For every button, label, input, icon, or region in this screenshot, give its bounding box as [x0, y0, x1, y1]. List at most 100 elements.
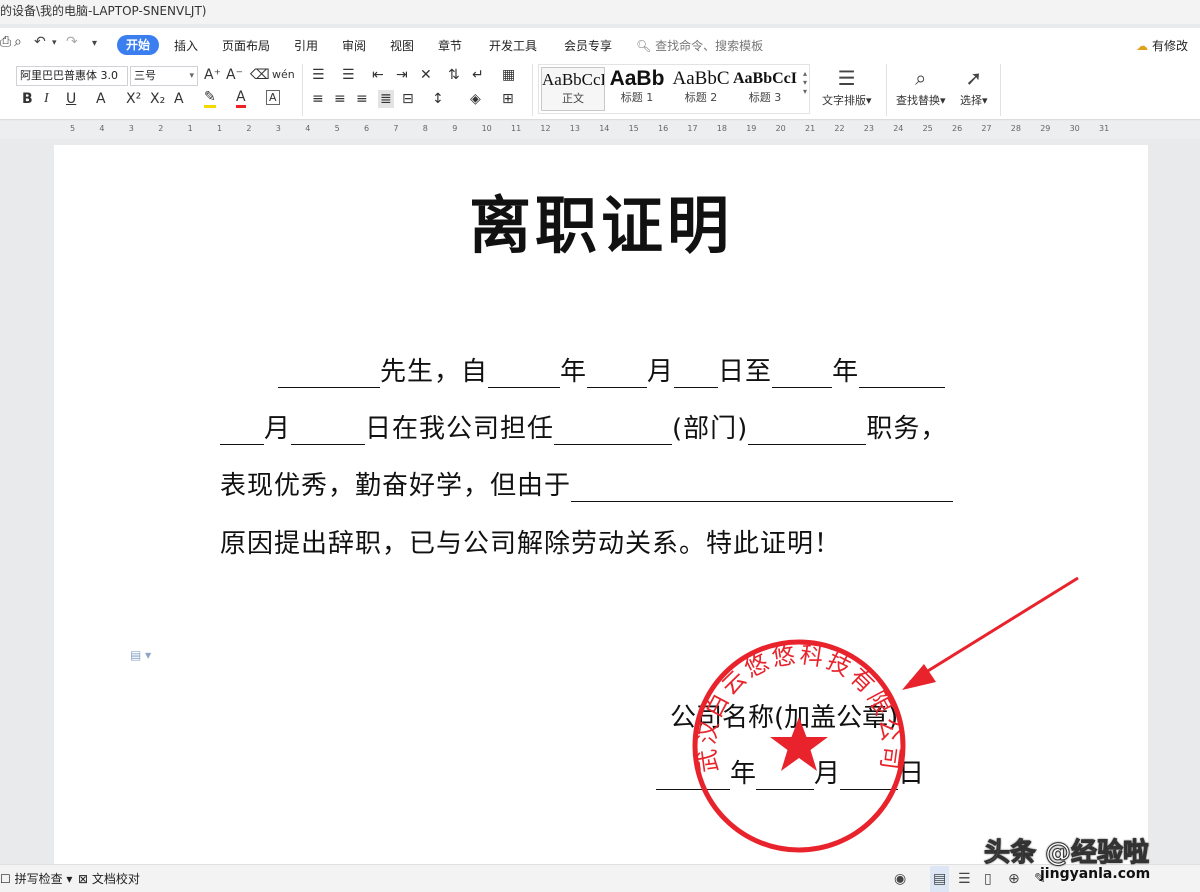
highlight-icon[interactable]: ✎ [204, 90, 216, 108]
blank-year[interactable] [488, 358, 561, 388]
spell-check-label: 拼写检查 [14, 872, 63, 886]
clear-format-icon[interactable]: ⌫ [250, 66, 270, 84]
shading-icon[interactable]: ◈ [470, 90, 481, 108]
body-line-3: 表现优秀，勤奋好学，但由于 [220, 465, 954, 502]
sort-icon[interactable]: ⇅ [448, 66, 460, 84]
web-view-icon[interactable]: ⊕ [1008, 866, 1020, 892]
tab-page-layout[interactable]: 页面布局 [222, 36, 270, 56]
shrink-font-icon[interactable]: A⁻ [226, 66, 243, 84]
blank-name[interactable] [278, 358, 380, 388]
tab-review[interactable]: 审阅 [342, 36, 366, 56]
decrease-indent-icon[interactable]: ⇤ [372, 66, 384, 84]
command-search[interactable]: 🔍︎ 查找命令、搜索模板 [636, 36, 763, 56]
horizontal-ruler[interactable]: 5 4 3 2 1 1 2 3 4 5 6 7 8 9 10 11 12 13 14 15 16 17 18 19 20 21 22… [0, 121, 1200, 139]
tab-developer[interactable]: 开发工具 [489, 36, 537, 56]
table-icon[interactable]: ▦ [502, 66, 515, 84]
bullet-list-icon[interactable]: ☰ [312, 66, 325, 84]
redo-icon[interactable]: ↷ [66, 34, 78, 50]
blank-month[interactable] [587, 358, 648, 388]
align-left-icon[interactable]: ≡ [312, 90, 324, 108]
paragraph-layout-icon[interactable]: ▤ ▾ [130, 648, 151, 662]
ribbon-separator [886, 64, 887, 116]
tab-insert[interactable]: 插入 [174, 36, 198, 56]
italic-icon[interactable]: I [44, 90, 49, 108]
numbered-list-icon[interactable]: ☰ [342, 66, 355, 84]
blank-year-end[interactable] [772, 358, 833, 388]
blank-trailing[interactable] [859, 358, 946, 388]
ruler-number: 23 [863, 124, 874, 133]
underline-icon[interactable]: U [66, 90, 76, 108]
phonetic-icon[interactable]: wén [272, 66, 295, 84]
blank-reason[interactable] [571, 472, 954, 502]
strikethrough-icon[interactable]: A [96, 90, 106, 108]
document-page[interactable]: 离职证明 先生，自年月日至年 月日在我公司担任 (部门) 职务， 表现优秀，勤奋好学… [54, 145, 1148, 865]
blank-month-end[interactable] [220, 415, 264, 445]
font-color-icon[interactable]: A [236, 90, 246, 108]
wps-writer-window: 的设备\我的电脑-LAPTOP-SNENVLJT) ⎙ ⌕ ↶ ▾ ↷ ▾ 开始… [0, 0, 1200, 892]
undo-dropdown-icon[interactable]: ▾ [52, 38, 57, 48]
eye-protection-icon[interactable]: ◉ [894, 866, 906, 892]
tab-member[interactable]: 会员专享 [564, 36, 612, 56]
tab-view[interactable]: 视图 [390, 36, 414, 56]
spell-check-icon: ☐ [0, 872, 11, 886]
cursor-icon: ➚ [965, 66, 983, 90]
ruler-number: 9 [452, 124, 458, 133]
watermark-text: 头条 @经验啦 [983, 838, 1150, 869]
style-heading-3[interactable]: AaBbCcI 标题 3 [733, 67, 797, 111]
text-segment: 职务， [866, 414, 948, 444]
show-marks-icon[interactable]: ↵ [472, 66, 484, 84]
blank-day-end[interactable] [291, 415, 366, 445]
line-spacing-icon[interactable]: ↕ [432, 90, 444, 108]
ruler-number: 5 [334, 124, 340, 133]
body-line-4: 原因提出辞职，已与公司解除劳动关系。特此证明！ [220, 529, 842, 559]
font-name-value: 阿里巴巴普惠体 3.0 [20, 69, 118, 82]
justify-icon[interactable]: ≣ [378, 90, 394, 108]
select-button[interactable]: ➚ 选择▾ [960, 64, 988, 108]
edit-status[interactable]: ☁ 有修改 [1136, 36, 1188, 56]
spell-check-button[interactable]: ☐ 拼写检查 ▾ [0, 866, 72, 892]
blank-day[interactable] [674, 358, 719, 388]
ruler-number: 1 [187, 124, 193, 133]
distribute-icon[interactable]: ⊟ [402, 90, 414, 108]
superscript-icon[interactable]: X² [126, 90, 141, 108]
proofread-button[interactable]: ⊠ 文档校对 [78, 866, 140, 892]
style-heading-1[interactable]: AaBb 标题 1 [605, 67, 669, 111]
grow-font-icon[interactable]: A⁺ [204, 66, 221, 84]
page-view-icon[interactable]: ▤ [930, 866, 950, 892]
font-name-select[interactable]: 阿里巴巴普惠体 3.0 [16, 66, 128, 86]
outline-view-icon[interactable]: ☰ [958, 866, 971, 892]
style-normal[interactable]: AaBbCcDd 正文 [541, 67, 605, 111]
tab-chapter[interactable]: 章节 [438, 36, 462, 56]
blank-position[interactable] [748, 415, 867, 445]
increase-indent-icon[interactable]: ⇥ [396, 66, 408, 84]
ruler-number: 8 [422, 124, 428, 133]
text-layout-button[interactable]: ☰ 文字排版▾ [822, 64, 872, 108]
quick-access-more-icon[interactable]: ▾ [92, 38, 97, 49]
ruler-number: 22 [834, 124, 845, 133]
print-preview-icon[interactable]: ⎙ [0, 34, 11, 50]
undo-icon[interactable]: ↶ [34, 34, 46, 50]
tab-references[interactable]: 引用 [294, 36, 318, 56]
borders-icon[interactable]: ⊞ [502, 90, 514, 108]
text-effect-icon[interactable]: A [174, 90, 184, 108]
reading-view-icon[interactable]: ▯ [984, 866, 992, 892]
style-gallery-scroll-icon[interactable]: ▴ ▾ ▾ [803, 69, 807, 96]
find-replace-button[interactable]: ⌕ 查找替换▾ [896, 64, 946, 108]
style-heading-2[interactable]: AaBbC 标题 2 [669, 67, 733, 111]
blank-department[interactable] [554, 415, 673, 445]
text-segment: 年 [832, 357, 860, 387]
preview-icon[interactable]: ⌕ [14, 34, 22, 50]
font-size-select[interactable]: 三号 ▾ [130, 66, 198, 86]
seal-star-icon [770, 717, 828, 771]
tab-home[interactable]: 开始 [117, 35, 160, 55]
subscript-icon[interactable]: X₂ [150, 90, 165, 108]
align-right-icon[interactable]: ≡ [356, 90, 368, 108]
chinese-layout-icon[interactable]: ✕ [420, 66, 432, 84]
ruler-number: 18 [716, 124, 727, 133]
ruler-number: 7 [393, 124, 399, 133]
char-border-icon[interactable]: A [266, 90, 280, 105]
ruler-number: 15 [628, 124, 639, 133]
text-segment: 先生，自 [380, 357, 489, 387]
bold-icon[interactable]: B [22, 90, 33, 108]
align-center-icon[interactable]: ≡ [334, 90, 346, 108]
